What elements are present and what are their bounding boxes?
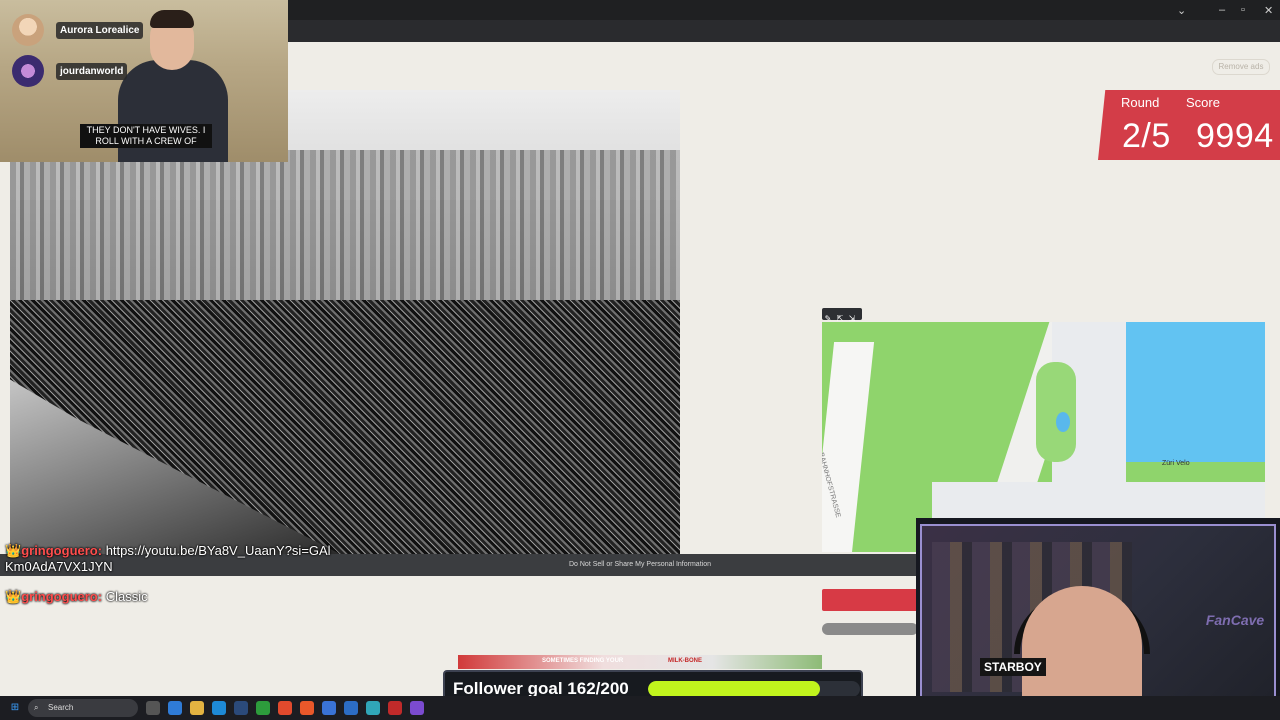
ad-banner[interactable]: SOMETIMES FINDING YOUR MILK-BONE [458, 655, 822, 669]
video-call-overlay: Aurora Lorealice jourdanworld THEY DON'T… [0, 0, 288, 162]
crown-icon: 👑 [5, 589, 22, 604]
call-username: Aurora Lorealice [56, 22, 144, 39]
app-icon[interactable] [366, 701, 380, 715]
presenter-hair [150, 10, 194, 28]
app-icon[interactable] [168, 701, 182, 715]
call-username: jourdanworld [56, 63, 128, 80]
avatar [12, 14, 44, 46]
chat-username: gringoguero: [21, 589, 103, 604]
starboy-sign: STARBOY [980, 658, 1046, 676]
ad-text: MILK-BONE [668, 658, 702, 664]
firefox-icon[interactable] [278, 701, 292, 715]
minimize-button[interactable]: – [1219, 4, 1225, 16]
chat-text: Classic [105, 589, 148, 604]
crown-icon: 👑 [5, 543, 22, 558]
map-pond [1056, 412, 1070, 432]
map-slider[interactable] [822, 623, 918, 635]
guess-button[interactable] [822, 589, 918, 611]
map-poi-label: Züri Velo [1162, 460, 1190, 467]
edge-icon[interactable] [212, 701, 226, 715]
search-icon: ⌕ [34, 703, 39, 712]
map-road [822, 342, 875, 552]
taskbar-search[interactable]: ⌕ Search [28, 699, 138, 717]
photo-buildings [10, 150, 680, 310]
steam-icon[interactable] [234, 701, 248, 715]
remove-ads-button[interactable]: Remove ads [1212, 59, 1270, 75]
score-value: 9994 [1196, 117, 1274, 155]
app-icon[interactable] [344, 701, 358, 715]
chat-message: 👑gringoguero: Classic [5, 589, 148, 605]
fancave-logo: FanCave [1205, 612, 1265, 628]
streamer-webcam: FanCave STARBOY [916, 518, 1280, 720]
windows-start-icon[interactable]: ⊞ [8, 701, 22, 715]
brave-icon[interactable] [300, 701, 314, 715]
map-lake [1126, 322, 1265, 462]
follower-goal-fill [648, 681, 820, 697]
chat-message: 👑gringoguero: https://youtu.be/BYa8V_Uaa… [5, 543, 335, 574]
close-window-button[interactable]: ✕ [1264, 4, 1273, 17]
follower-goal-track [648, 681, 860, 697]
webcam-frame: FanCave STARBOY [920, 524, 1276, 720]
scoreboard: Round Score 2/5 9994 [1098, 90, 1280, 160]
app-icon[interactable] [322, 701, 336, 715]
tab-list-chevron-icon[interactable]: ⌄ [1177, 4, 1186, 17]
chat-username: gringoguero: [21, 543, 103, 558]
task-view-icon[interactable] [146, 701, 160, 715]
maximize-button[interactable]: ▫ [1241, 4, 1245, 16]
avatar [12, 55, 44, 87]
video-caption: THEY DON'T HAVE WIVES. I ROLL WITH A CRE… [80, 124, 212, 148]
round-label: Round [1121, 95, 1160, 110]
file-explorer-icon[interactable] [190, 701, 204, 715]
taskbar: ⊞ ⌕ Search [0, 696, 1280, 720]
ad-text: SOMETIMES FINDING YOUR [542, 658, 624, 664]
round-value: 2/5 [1122, 117, 1171, 155]
xbox-icon[interactable] [256, 701, 270, 715]
app-icon[interactable] [388, 701, 402, 715]
map-size-controls: ✎ ⇱ ⇲ [822, 308, 862, 323]
map-park [1036, 362, 1076, 462]
score-label: Score [1186, 95, 1220, 110]
taskbar-search-label: Search [48, 703, 74, 712]
discord-icon[interactable] [410, 701, 424, 715]
